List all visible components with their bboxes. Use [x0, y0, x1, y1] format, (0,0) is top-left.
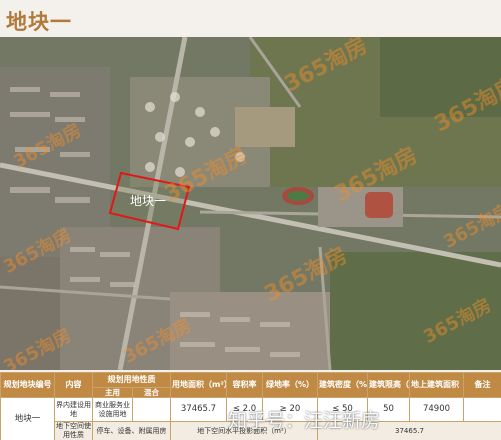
header-gfa: 地上建筑面积（m²）	[409, 372, 464, 398]
header-height: 建筑限高（m）	[367, 372, 410, 398]
cell-plot-no: 地块一	[0, 397, 55, 440]
header-far: 容积率	[226, 372, 263, 398]
aerial-map-image: 地块一	[0, 37, 501, 370]
page: 地块一 地块一 365淘房 365淘房 365淘房 365淘房 365淘房 36…	[0, 0, 501, 440]
page-title: 地块一	[6, 10, 72, 34]
header-plot-no: 规划地块编号	[0, 372, 55, 398]
cell-gfa: 74900	[409, 397, 464, 422]
header-density: 建筑密度（%）	[317, 372, 368, 398]
footer-watermark: 知乎号：汪汪新房	[228, 410, 381, 432]
cell-content: 界内建设用地	[54, 397, 93, 422]
header-area: 用地面积（m²）	[170, 372, 227, 398]
cell-underground-use: 停车、设备、附属用房	[92, 421, 171, 440]
aerial-map: 地块一 365淘房 365淘房 365淘房 365淘房 365淘房 365淘房 …	[0, 37, 501, 370]
header-green: 绿地率（%）	[262, 372, 318, 398]
header-content: 内容	[54, 372, 93, 398]
cell-area: 37465.7	[170, 397, 227, 422]
header-remark: 备注	[463, 372, 501, 398]
cell-landuse-main: 商业服务业设施用地	[92, 397, 133, 422]
header-landuse-mixed: 混合	[132, 387, 171, 398]
cell-underground-label: 地下空间使用性质	[54, 421, 93, 440]
plot-label: 地块一	[130, 194, 166, 208]
table-header-row: 规划地块编号 内容 规划用地性质 用地面积（m²） 容积率 绿地率（%） 建筑密…	[0, 372, 501, 398]
header-landuse: 规划用地性质	[92, 372, 171, 388]
header-landuse-main: 主用	[92, 387, 133, 398]
cell-landuse-mixed	[132, 397, 171, 422]
cell-remark	[463, 397, 501, 422]
